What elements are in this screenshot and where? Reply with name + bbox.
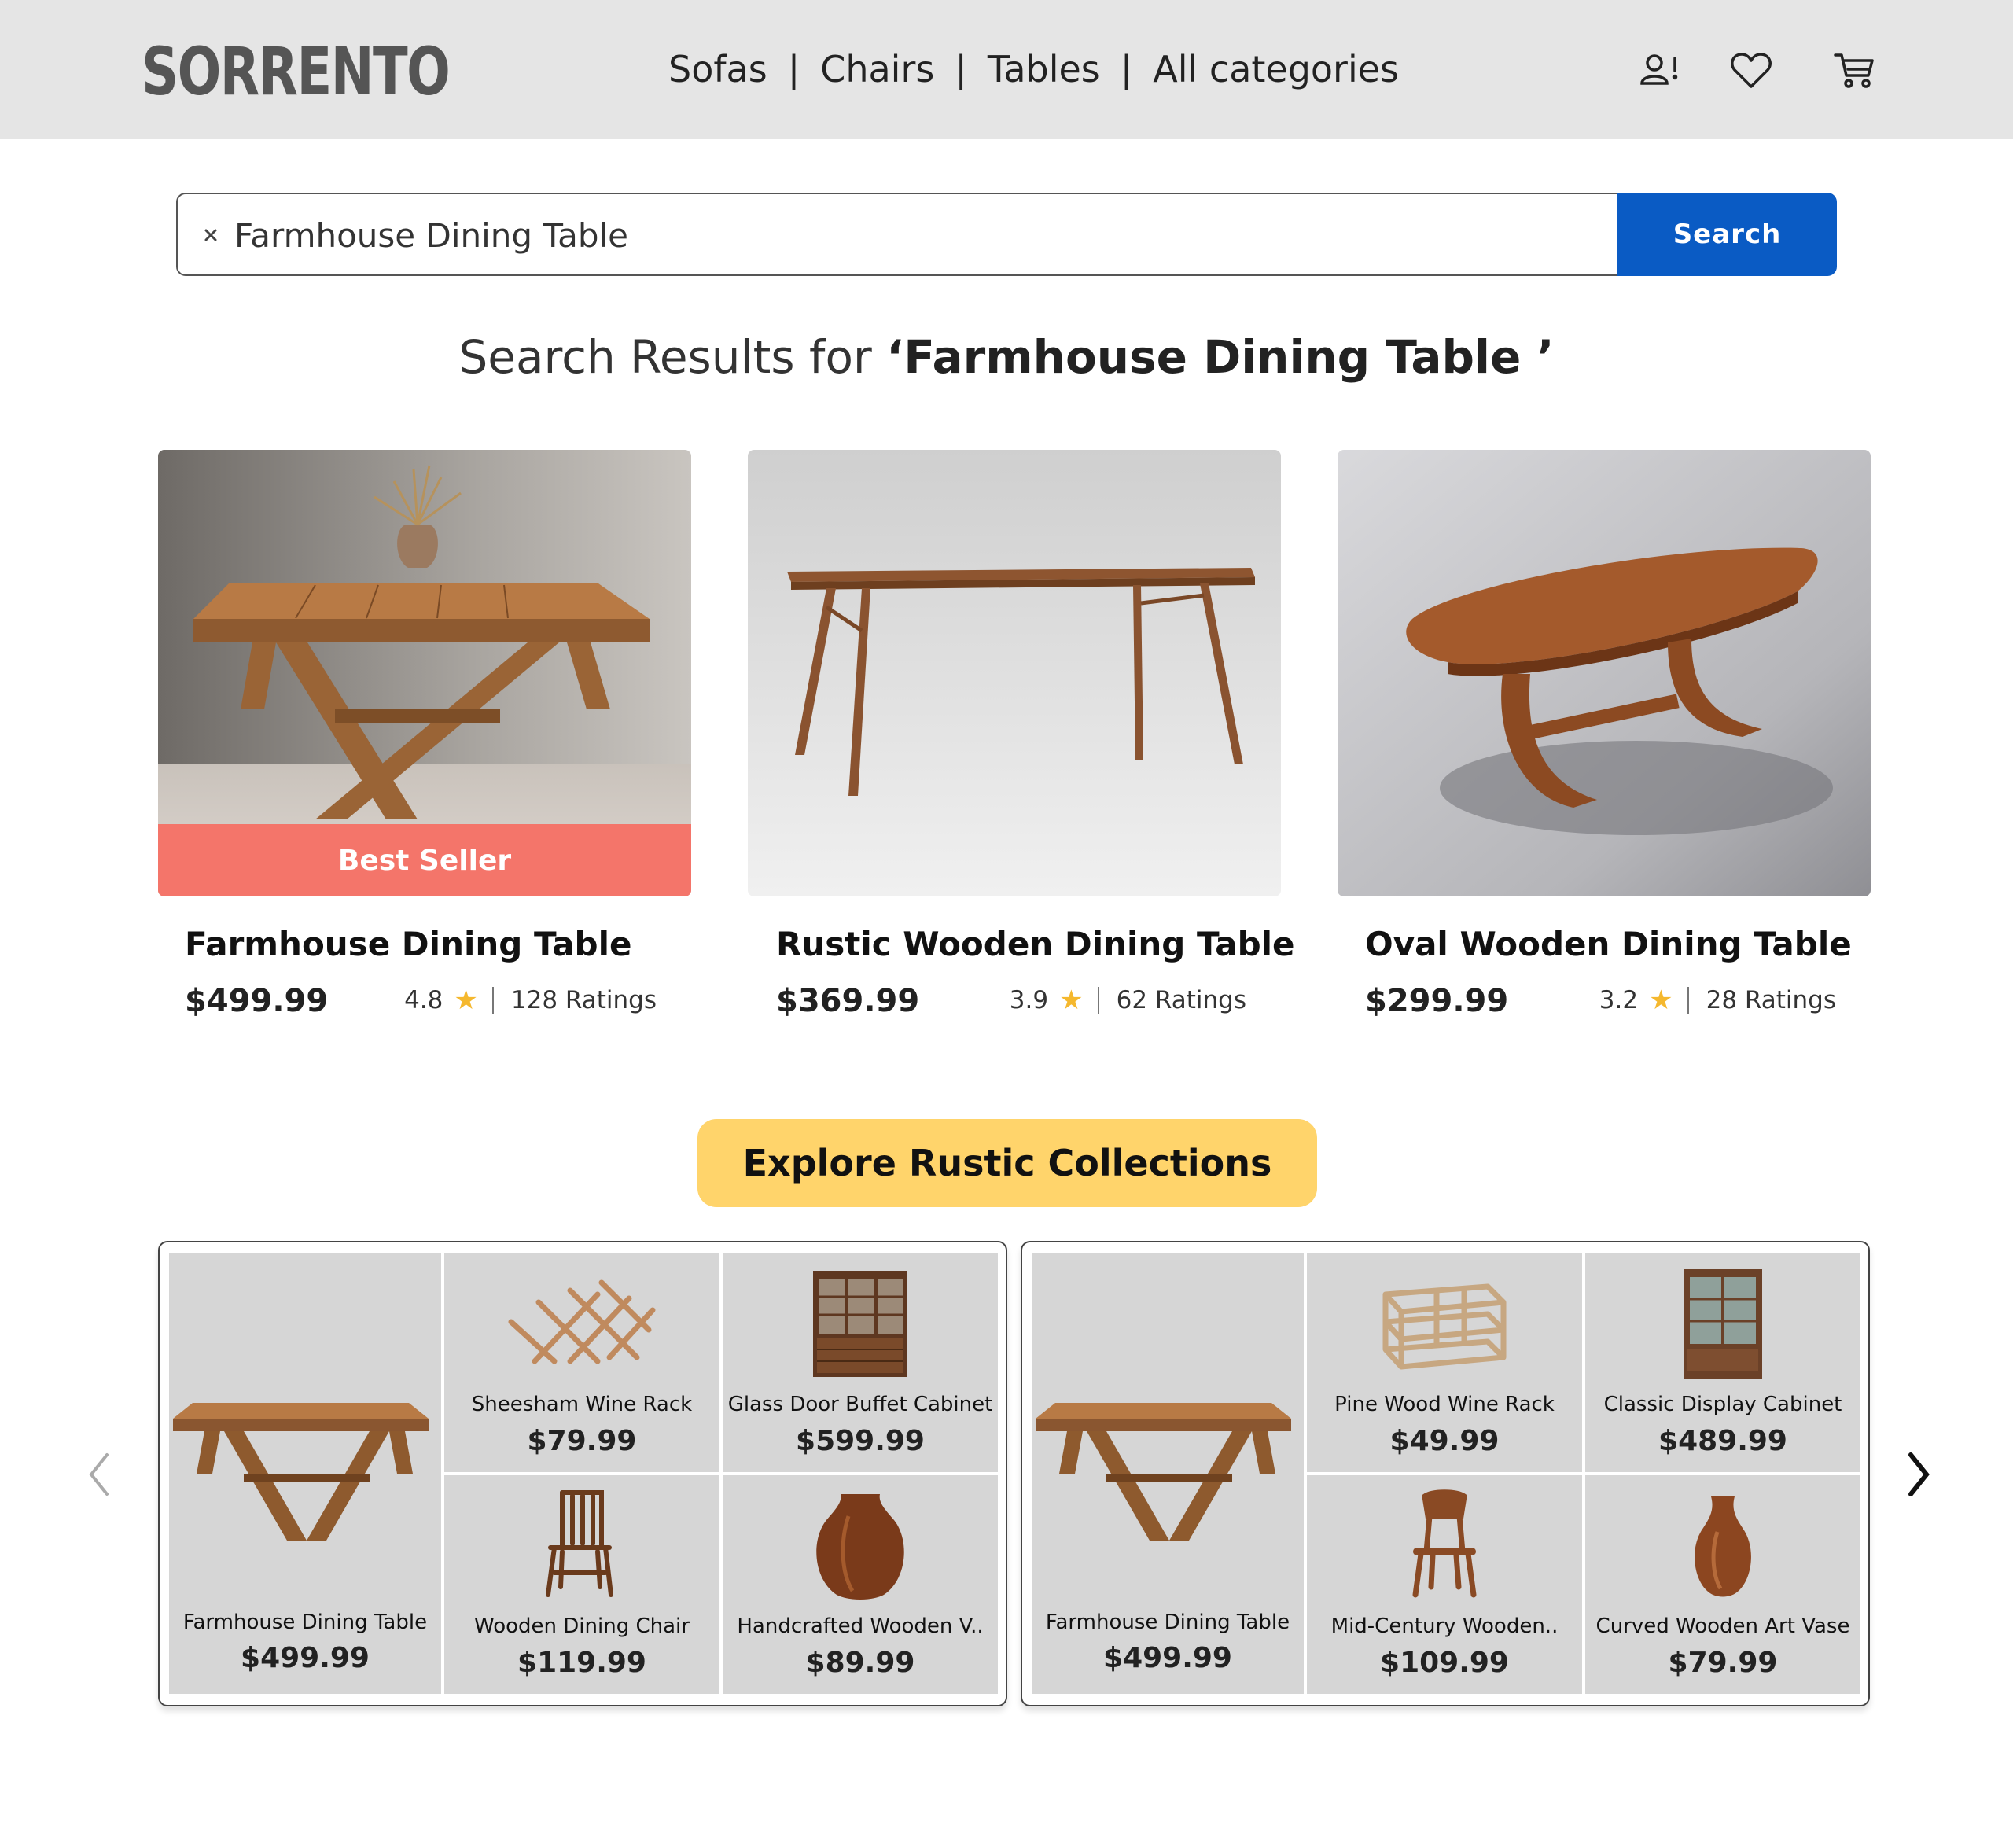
product-rating: 3.9 ★ 62 Ratings [1010,985,1246,1016]
product-name[interactable]: Rustic Wooden Dining Table [776,925,1295,963]
best-seller-badge: Best Seller [158,824,691,896]
collection-item-price: $489.99 [1658,1425,1787,1457]
collection-card[interactable]: Farmhouse Dining Table $499.99 Sheesham … [158,1241,1007,1706]
collection-item-price: $499.99 [1103,1642,1232,1674]
collection-item-name: Handcrafted Wooden V.. [737,1614,984,1638]
product-card[interactable]: Best Seller Farmhouse Dining Table $499.… [158,450,691,1032]
nav-chairs[interactable]: Chairs [820,48,934,90]
results-heading-prefix: Search Results for [458,330,887,384]
divider [1687,987,1689,1014]
clear-search-icon[interactable] [195,219,226,251]
collection-item-price: $599.99 [796,1425,925,1457]
collection-item-price: $79.99 [527,1425,637,1457]
ratings-count: 128 Ratings [510,986,657,1014]
collection-item-price: $109.99 [1380,1647,1509,1679]
nav-separator: | [787,48,800,90]
collection-card[interactable]: Farmhouse Dining Table $499.99 Pine Wood… [1021,1241,1870,1706]
star-icon: ★ [1649,985,1673,1016]
product-card[interactable]: Oval Wooden Dining Table $299.99 3.2 ★ 2… [1338,450,1871,1032]
main-nav: Sofas | Chairs | Tables | All categories [668,46,1399,93]
product-thumbnail [1032,1371,1304,1568]
star-icon: ★ [1059,985,1084,1016]
nav-separator: | [1120,48,1133,90]
divider [491,987,494,1014]
product-thumbnail [444,1263,719,1381]
carousel-next-icon[interactable] [1893,1447,1941,1502]
product-thumbnail [1585,1263,1860,1381]
collection-item-price: $79.99 [1668,1647,1778,1679]
search-box [176,193,1835,276]
collection-item-name: Glass Door Buffet Cabinet [727,1393,993,1416]
collection-item-name: Wooden Dining Chair [474,1614,690,1638]
nav-separator: | [955,48,967,90]
collection-item-name: Classic Display Cabinet [1603,1393,1842,1416]
product-thumbnail [1585,1485,1860,1603]
top-header: SORRENTO Sofas | Chairs | Tables | All c… [0,0,2013,139]
collection-grid: Farmhouse Dining Table $499.99 Pine Wood… [1032,1253,1860,1694]
nav-tables[interactable]: Tables [988,48,1100,90]
collection-item-price: $89.99 [805,1647,915,1679]
product-thumbnail [1307,1485,1582,1603]
product-price: $499.99 [185,983,329,1019]
collection-item-price: $499.99 [241,1642,370,1674]
product-price: $369.99 [776,983,920,1019]
carousel-prev-icon[interactable] [77,1447,124,1502]
product-price: $299.99 [1365,983,1509,1019]
product-thumbnail [169,1371,441,1568]
collection-item[interactable]: Glass Door Buffet Cabinet $599.99 [723,1253,998,1472]
nav-all-categories[interactable]: All categories [1153,48,1399,90]
collection-item[interactable]: Wooden Dining Chair $119.99 [444,1475,719,1694]
rating-value: 3.2 [1599,986,1639,1014]
collection-item[interactable]: Curved Wooden Art Vase $79.99 [1585,1475,1860,1694]
collection-item-name: Pine Wood Wine Rack [1334,1393,1555,1416]
brand-logo[interactable]: SORRENTO [142,36,451,107]
results-heading: Search Results for ‘Farmhouse Dining Tab… [0,330,2013,384]
results-heading-query: ‘Farmhouse Dining Table ’ [886,330,1555,384]
divider [1097,987,1099,1014]
product-image[interactable] [1338,450,1871,896]
product-thumbnail [723,1485,998,1603]
rating-value: 3.9 [1009,986,1049,1014]
collection-item-name: Mid-Century Wooden.. [1330,1614,1559,1638]
collection-item[interactable]: Farmhouse Dining Table $499.99 [1032,1253,1304,1694]
explore-rustic-collections-button[interactable]: Explore Rustic Collections [697,1119,1317,1207]
product-image[interactable] [748,450,1281,896]
collection-item[interactable]: Farmhouse Dining Table $499.99 [169,1253,441,1694]
ratings-count: 28 Ratings [1706,986,1836,1014]
product-name[interactable]: Oval Wooden Dining Table [1365,925,1852,963]
collection-item-name: Sheesham Wine Rack [471,1393,693,1416]
collection-item[interactable]: Handcrafted Wooden V.. $89.99 [723,1475,998,1694]
search-input[interactable] [233,208,1612,262]
collection-item-name: Farmhouse Dining Table [182,1611,428,1634]
product-thumbnail [444,1485,719,1603]
search-button[interactable]: Search [1617,193,1837,276]
rating-value: 4.8 [404,986,443,1014]
collection-item[interactable]: Classic Display Cabinet $489.99 [1585,1253,1860,1472]
collection-item-price: $49.99 [1389,1425,1500,1457]
collection-item-price: $119.99 [517,1647,646,1679]
product-thumbnail [1307,1263,1582,1381]
product-name[interactable]: Farmhouse Dining Table [185,925,631,963]
collection-item[interactable]: Sheesham Wine Rack $79.99 [444,1253,719,1472]
ratings-count: 62 Ratings [1116,986,1246,1014]
nav-sofas[interactable]: Sofas [668,48,767,90]
collection-item-name: Farmhouse Dining Table [1045,1611,1290,1634]
collection-item[interactable]: Pine Wood Wine Rack $49.99 [1307,1253,1582,1472]
collection-item-name: Curved Wooden Art Vase [1595,1614,1850,1638]
user-alert-icon[interactable] [1636,47,1683,94]
product-rating: 4.8 ★ 128 Ratings [404,985,657,1016]
star-icon: ★ [454,985,478,1016]
heart-icon[interactable] [1728,47,1775,94]
product-card[interactable]: Rustic Wooden Dining Table $369.99 3.9 ★… [748,450,1295,1032]
cart-icon[interactable] [1831,47,1878,94]
product-rating: 3.2 ★ 28 Ratings [1599,985,1836,1016]
product-thumbnail [723,1263,998,1381]
collection-grid: Farmhouse Dining Table $499.99 Sheesham … [169,1253,998,1694]
collection-item[interactable]: Mid-Century Wooden.. $109.99 [1307,1475,1582,1694]
